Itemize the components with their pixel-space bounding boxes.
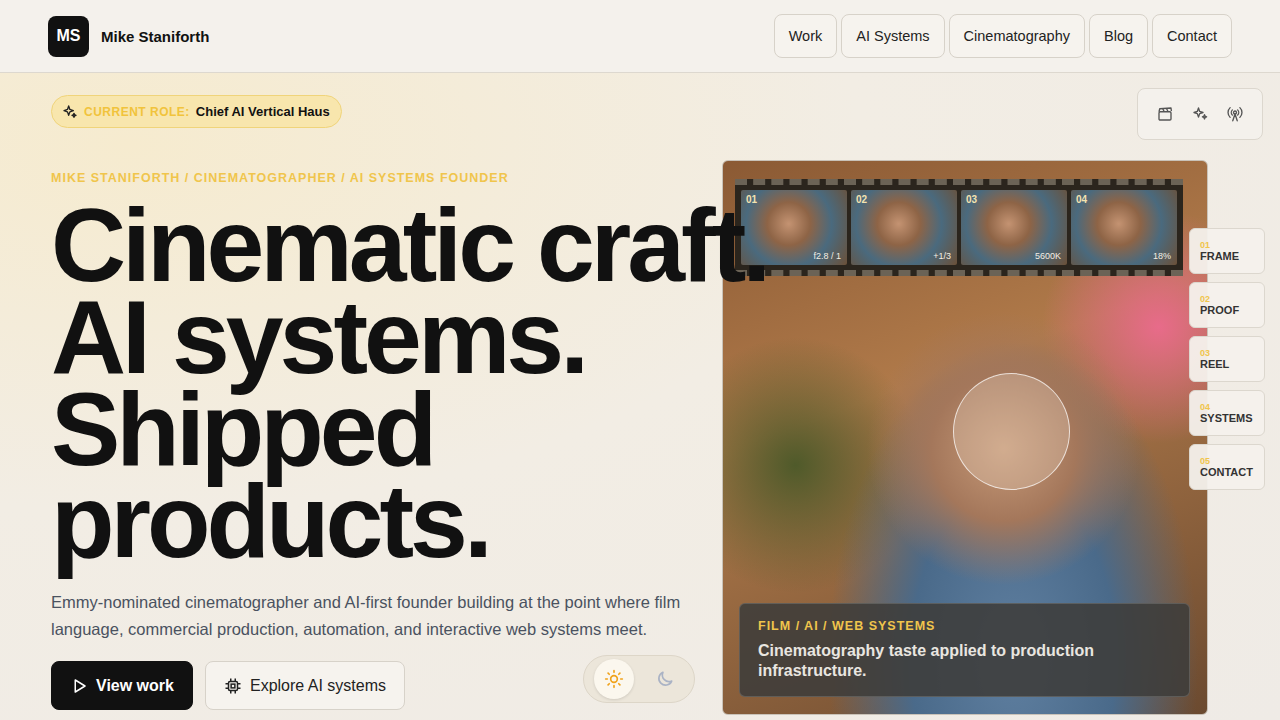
brand[interactable]: MS Mike Staniforth bbox=[48, 16, 209, 57]
headline-line: products. bbox=[51, 475, 722, 567]
page: MS Mike Staniforth WorkAI SystemsCinemat… bbox=[0, 0, 1280, 720]
frame-number: 01 bbox=[746, 194, 757, 205]
hero-media: 01 f2.8 / 102 +1/303 5600K04 18% FILM / … bbox=[722, 73, 1208, 720]
tool-group bbox=[1137, 88, 1263, 140]
moon-icon bbox=[655, 669, 675, 689]
frame-number: 03 bbox=[966, 194, 977, 205]
hero-text: CURRENT ROLE: Chief AI Vertical Haus MIK… bbox=[51, 73, 722, 720]
portrait-photo: 01 f2.8 / 102 +1/303 5600K04 18% FILM / … bbox=[722, 160, 1208, 715]
headline-line: AI systems. bbox=[51, 291, 722, 383]
section-nav-item[interactable]: 05 CONTACT bbox=[1189, 444, 1265, 490]
section-number: 03 bbox=[1200, 348, 1254, 358]
frame-number: 04 bbox=[1076, 194, 1087, 205]
secondary-button[interactable]: Explore AI systems bbox=[205, 661, 405, 710]
theme-moon-button[interactable] bbox=[645, 659, 685, 699]
caption-text: Cinematography taste applied to producti… bbox=[758, 641, 1171, 681]
section-nav-item[interactable]: 01 FRAME bbox=[1189, 228, 1265, 274]
section-label: PROOF bbox=[1200, 304, 1254, 316]
role-badge: CURRENT ROLE: Chief AI Vertical Haus bbox=[51, 95, 342, 128]
main-nav: WorkAI SystemsCinematographyBlogContact bbox=[774, 14, 1232, 58]
section-number: 05 bbox=[1200, 456, 1254, 466]
eyebrow: MIKE STANIFORTH / CINEMATOGRAPHER / AI S… bbox=[51, 171, 722, 185]
nav-item[interactable]: AI Systems bbox=[841, 14, 944, 58]
badge-label: CURRENT ROLE: bbox=[84, 105, 190, 119]
film-frame[interactable]: 02 +1/3 bbox=[851, 190, 957, 265]
play-icon bbox=[70, 677, 88, 695]
film-frame[interactable]: 03 5600K bbox=[961, 190, 1067, 265]
section-label: SYSTEMS bbox=[1200, 412, 1254, 424]
sparkle-icon bbox=[62, 104, 78, 120]
nav-item[interactable]: Work bbox=[774, 14, 838, 58]
section-number: 01 bbox=[1200, 240, 1254, 250]
headline-line: Shipped bbox=[51, 383, 722, 475]
section-number: 04 bbox=[1200, 402, 1254, 412]
frame-reading: 5600K bbox=[1035, 251, 1061, 261]
nav-item[interactable]: Contact bbox=[1152, 14, 1232, 58]
hero: CURRENT ROLE: Chief AI Vertical Haus MIK… bbox=[0, 73, 1280, 720]
filmstrip: 01 f2.8 / 102 +1/303 5600K04 18% bbox=[735, 179, 1183, 276]
brand-name[interactable]: Mike Staniforth bbox=[101, 28, 209, 45]
theme-sun-button[interactable] bbox=[594, 659, 634, 699]
section-nav-item[interactable]: 02 PROOF bbox=[1189, 282, 1265, 328]
logo[interactable]: MS bbox=[48, 16, 89, 57]
nav-item[interactable]: Blog bbox=[1089, 14, 1148, 58]
caption-eyebrow: FILM / AI / WEB SYSTEMS bbox=[758, 619, 1171, 633]
section-label: REEL bbox=[1200, 358, 1254, 370]
theme-toggle bbox=[583, 655, 695, 703]
clapper-icon[interactable] bbox=[1156, 105, 1174, 123]
frame-reading: +1/3 bbox=[933, 251, 951, 261]
headline: Cinematic craft.AI systems.Shippedproduc… bbox=[51, 199, 722, 567]
section-nav-item[interactable]: 03 REEL bbox=[1189, 336, 1265, 382]
frame-number: 02 bbox=[856, 194, 867, 205]
headline-line: Cinematic craft. bbox=[51, 199, 722, 291]
primary-button[interactable]: View work bbox=[51, 661, 193, 710]
frame-reading: f2.8 / 1 bbox=[813, 251, 841, 261]
sun-icon bbox=[604, 669, 624, 689]
chip-icon bbox=[224, 677, 242, 695]
section-label: FRAME bbox=[1200, 250, 1254, 262]
nav-item[interactable]: Cinematography bbox=[949, 14, 1085, 58]
site-header: MS Mike Staniforth WorkAI SystemsCinemat… bbox=[0, 0, 1280, 73]
frame-reading: 18% bbox=[1153, 251, 1171, 261]
section-label: CONTACT bbox=[1200, 466, 1254, 478]
photo-caption: FILM / AI / WEB SYSTEMS Cinematography t… bbox=[739, 603, 1190, 697]
badge-value: Chief AI Vertical Haus bbox=[196, 104, 330, 119]
section-number: 02 bbox=[1200, 294, 1254, 304]
intro: Emmy-nominated cinematographer and AI-fi… bbox=[51, 589, 721, 643]
sparkles-icon[interactable] bbox=[1191, 105, 1209, 123]
magnifier-lens[interactable] bbox=[953, 373, 1070, 490]
film-frame[interactable]: 01 f2.8 / 1 bbox=[741, 190, 847, 265]
broadcast-icon[interactable] bbox=[1226, 105, 1244, 123]
section-nav: 01 FRAME 02 PROOF 03 REEL 04 SYSTEMS 05 CONT… bbox=[1189, 228, 1265, 490]
section-nav-item[interactable]: 04 SYSTEMS bbox=[1189, 390, 1265, 436]
film-frame[interactable]: 04 18% bbox=[1071, 190, 1177, 265]
